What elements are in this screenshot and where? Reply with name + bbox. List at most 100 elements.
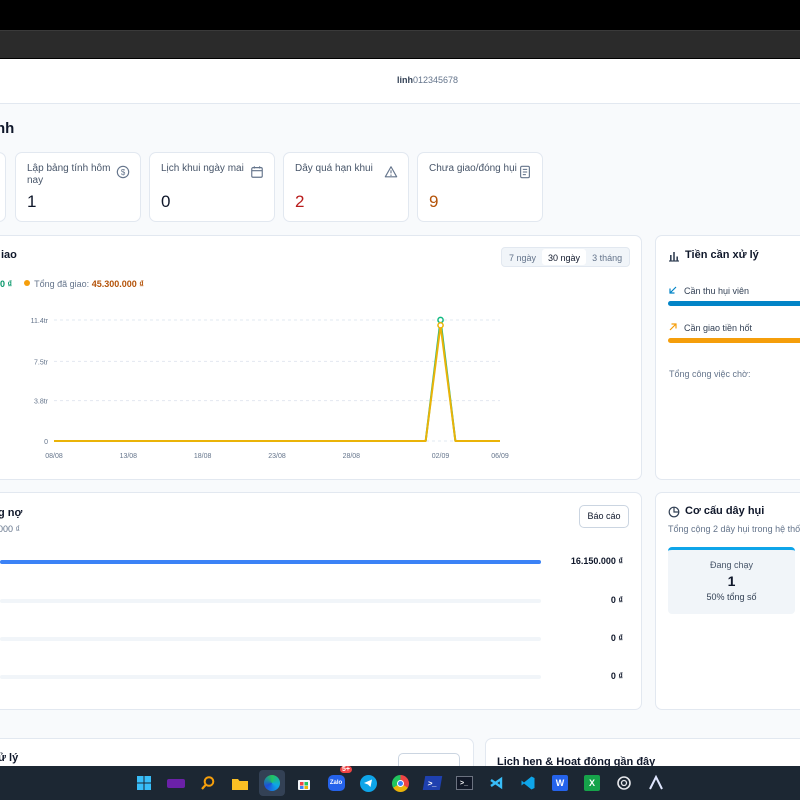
range-tabs: 7 ngày 30 ngày 3 tháng <box>501 247 631 267</box>
chart-legend: 0 ₫ Tổng đã giao: 45.300.000 ₫ <box>0 279 144 289</box>
stat-label: Lịch khui ngày mai <box>161 163 244 174</box>
series-peak-point[interactable] <box>437 321 444 329</box>
username: linh <box>396 75 413 85</box>
running-label: Đang chạy <box>709 560 754 570</box>
line-chart: 0 3.8tr 7.5tr 11.4tr 08/08 13/08 18/08 23/08 28/… <box>31 316 509 460</box>
series-peak-point[interactable] <box>437 316 444 324</box>
warning-triangle-icon <box>384 166 398 178</box>
report-button[interactable]: Báo cáo <box>579 505 629 528</box>
file-explorer-icon[interactable] <box>227 770 253 796</box>
chrome-icon[interactable] <box>387 770 413 796</box>
x-tick-label: 18/08 <box>194 453 212 460</box>
dollar-circle-icon: $ <box>116 165 130 179</box>
edge-icon[interactable] <box>259 770 285 796</box>
terminal-icon[interactable]: >_ <box>451 770 477 796</box>
svg-text:$: $ <box>121 168 126 177</box>
stat-card-overdue[interactable]: Dây quá hạn khui 2 <box>283 152 409 222</box>
range-tab-7-days[interactable]: 7 ngày <box>503 249 542 265</box>
stat-value: 9 <box>429 192 439 211</box>
legend-right-value: 45.300.000 ₫ <box>91 279 144 289</box>
range-tab-3-months[interactable]: 3 tháng <box>586 249 628 265</box>
debt-value: 0 ₫ <box>610 671 623 681</box>
y-tick-label: 3.8tr <box>34 399 49 406</box>
collect-bar <box>668 301 800 306</box>
app-window: linh012345678 nh Lập bảng tính hôm nay $… <box>0 59 800 766</box>
stat-card-today[interactable]: Lập bảng tính hôm nay $ 1 <box>15 152 141 222</box>
zalo-icon[interactable]: Zalo 5+ <box>323 766 352 796</box>
windows-start-icon[interactable] <box>131 770 157 796</box>
stat-value: 0 <box>161 192 171 211</box>
stat-value: 1 <box>27 192 37 211</box>
excel-icon[interactable]: X <box>579 770 605 796</box>
vscode-icon[interactable] <box>515 770 541 796</box>
arrow-up-right-icon <box>669 323 677 331</box>
structure-panel-subtitle: Tổng cộng 2 dây hụi trong hệ thố <box>668 524 800 534</box>
windows-taskbar: Zalo 5+ >_ >_ W X <box>0 766 800 800</box>
debt-bar-track <box>0 637 541 641</box>
powershell-icon[interactable]: >_ <box>419 770 445 796</box>
telegram-icon[interactable] <box>355 770 381 796</box>
debt-panel-title: g nợ <box>0 507 23 519</box>
debt-value: 0 ₫ <box>610 595 623 605</box>
zalo-badge: 5+ <box>340 766 352 773</box>
pending-total-label: Tổng công việc chờ: <box>669 369 751 379</box>
debt-bar-track <box>0 675 541 679</box>
bar-chart-icon <box>669 252 679 262</box>
chart-title: iao <box>1 249 17 261</box>
user-info[interactable]: linh012345678 <box>0 75 800 85</box>
stat-value: 2 <box>295 192 305 211</box>
document-icon <box>520 165 530 179</box>
x-tick-label: 08/08 <box>45 453 63 460</box>
bottom-right-title: Lịch hẹn & Hoạt động gần đây <box>497 756 656 766</box>
running-percent: 50% tổng số <box>706 592 757 602</box>
stat-label: Lập bảng tính hôm nay <box>27 163 111 186</box>
stat-label: Dây quá hạn khui <box>295 163 373 174</box>
money-panel-title: Tiền cần xử lý <box>685 249 759 261</box>
debt-bar-fill <box>0 560 541 564</box>
bottom-left-button[interactable] <box>398 753 460 766</box>
legend-left-value: 0 ₫ <box>0 279 13 289</box>
x-tick-label: 28/08 <box>343 453 361 460</box>
debt-panel-subtitle: 000 ₫ <box>0 524 21 534</box>
debt-value: 0 ₫ <box>610 633 623 643</box>
yahoo-icon[interactable] <box>163 770 189 796</box>
money-panel <box>655 235 800 480</box>
stat-label: Chưa giao/đóng hụi <box>429 163 517 174</box>
x-tick-label: 23/08 <box>268 453 286 460</box>
arrow-down-left-icon <box>669 286 677 294</box>
window-top-bar <box>0 0 800 30</box>
debt-value: 16.150.000 ₫ <box>570 556 623 566</box>
stat-card-tomorrow[interactable]: Lịch khui ngày mai 0 <box>149 152 275 222</box>
range-tab-30-days[interactable]: 30 ngày <box>542 249 587 265</box>
page-title: nh <box>0 120 15 137</box>
structure-panel-title: Cơ cấu dây hụi <box>685 505 765 517</box>
x-tick-label: 13/08 <box>120 453 138 460</box>
debt-bar-track <box>0 599 541 603</box>
calendar-icon <box>251 166 263 178</box>
word-icon[interactable]: W <box>547 770 573 796</box>
chatgpt-icon[interactable] <box>611 770 637 796</box>
store-icon[interactable] <box>291 770 317 796</box>
bottom-left-title: ử lý <box>0 752 19 764</box>
legend-right-label: Tổng đã giao: <box>34 279 90 289</box>
browser-tab-bar <box>0 30 800 58</box>
x-tick-label: 06/09 <box>491 453 509 460</box>
payout-bar <box>668 338 800 343</box>
app-header: linh012345678 <box>0 59 800 104</box>
legend-dot <box>24 280 31 286</box>
y-tick-label: 0 <box>44 439 48 446</box>
series-line <box>424 319 457 442</box>
y-tick-label: 11.4tr <box>31 318 49 325</box>
antigravity-icon[interactable] <box>643 770 669 796</box>
debt-bar-track <box>0 560 541 564</box>
payout-label: Cần giao tiền hốt <box>684 323 753 333</box>
stat-card-partial[interactable] <box>0 152 6 222</box>
search-icon[interactable] <box>195 770 221 796</box>
y-tick-label: 7.5tr <box>34 359 49 366</box>
user-phone: 012345678 <box>412 75 459 85</box>
series-line <box>54 324 500 442</box>
stat-card-unpaid[interactable]: Chưa giao/đóng hụi 9 <box>417 152 543 222</box>
running-box[interactable]: Đang chạy 1 50% tổng số <box>668 547 795 614</box>
collect-label: Cần thu hụi viên <box>684 286 750 296</box>
visual-studio-icon[interactable] <box>483 770 509 796</box>
